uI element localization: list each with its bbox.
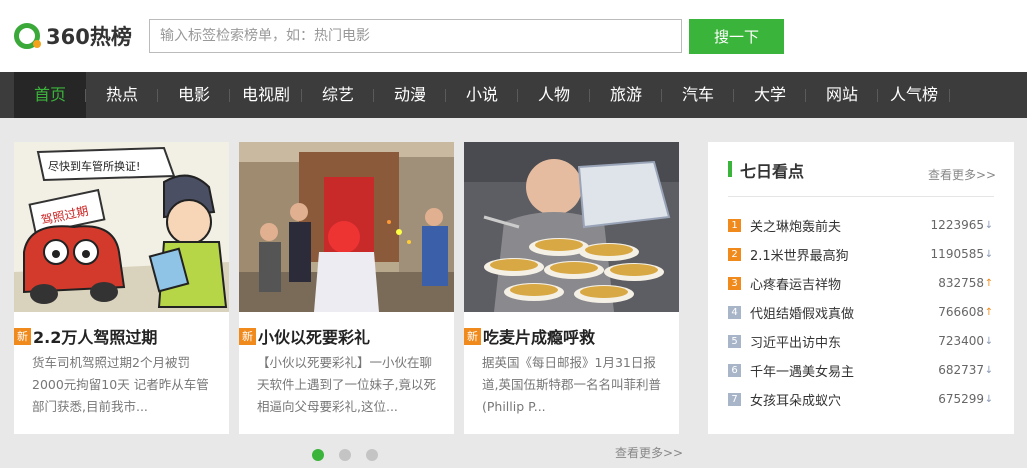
- panel-title-bar: [728, 161, 732, 177]
- rank-item[interactable]: 5 习近平出访中东 723400 ↓: [728, 331, 994, 351]
- rank-name[interactable]: 代姐结婚假戏真做: [750, 303, 938, 322]
- panel-title: 七日看点: [740, 162, 805, 181]
- rank-item[interactable]: 3 心疼春运吉祥物 832758 ↑: [728, 273, 994, 293]
- trend-down-icon: ↓: [984, 364, 994, 376]
- trend-down-icon: ↓: [984, 335, 994, 347]
- nav-item-anime[interactable]: 动漫: [374, 72, 446, 118]
- nav-item-hot[interactable]: 热点: [86, 72, 158, 118]
- rank-number: 6: [728, 363, 741, 377]
- rank-value: 1190585: [930, 247, 984, 261]
- rank-number: 5: [728, 334, 741, 348]
- nav-item-website[interactable]: 网站: [806, 72, 878, 118]
- rank-name[interactable]: 习近平出访中东: [750, 332, 938, 351]
- carousel-dots: [312, 449, 393, 461]
- nav-item-people[interactable]: 人物: [518, 72, 590, 118]
- nav-item-tv[interactable]: 电视剧: [230, 72, 302, 118]
- news-card-title-text[interactable]: 小伙以死要彩礼: [258, 324, 370, 348]
- new-badge: 新: [464, 327, 481, 345]
- nav-item-novel[interactable]: 小说: [446, 72, 518, 118]
- rank-number: 7: [728, 392, 741, 406]
- news-card-title-text[interactable]: 吃麦片成瘾呼救: [483, 324, 595, 348]
- carousel-dot-2[interactable]: [339, 449, 351, 461]
- rank-number: 2: [728, 247, 741, 261]
- rank-item[interactable]: 6 千年一遇美女易主 682737 ↓: [728, 360, 994, 380]
- rank-item[interactable]: 1 关之琳炮轰前夫 1223965 ↓: [728, 215, 994, 235]
- rank-value: 832758: [938, 276, 984, 290]
- logo[interactable]: 360热榜: [14, 20, 132, 52]
- rank-number: 1: [728, 218, 741, 232]
- rank-item[interactable]: 2 2.1米世界最高狗 1190585 ↓: [728, 244, 994, 264]
- nav-item-travel[interactable]: 旅游: [590, 72, 662, 118]
- new-badge: 新: [14, 327, 31, 345]
- trend-up-icon: ↑: [984, 277, 994, 289]
- rank-name[interactable]: 女孩耳朵成蚁穴: [750, 390, 938, 409]
- rank-value: 766608: [938, 305, 984, 319]
- rank-number: 4: [728, 305, 741, 319]
- rank-value: 1223965: [930, 218, 984, 232]
- carousel-dot-3[interactable]: [366, 449, 378, 461]
- rank-item[interactable]: 7 女孩耳朵成蚁穴 675299 ↓: [728, 389, 994, 409]
- trend-down-icon: ↓: [984, 248, 994, 260]
- panel-divider: [728, 196, 994, 197]
- news-card[interactable]: 新 小伙以死要彩礼 【小伙以死要彩礼】一小伙在聊天软件上遇到了一位妹子,竟以死相…: [239, 142, 454, 434]
- nav-item-university[interactable]: 大学: [734, 72, 806, 118]
- main-nav: 首页 热点 电影 电视剧 综艺 动漫 小说 人物 旅游 汽车 大学 网站 人气榜: [0, 72, 1027, 118]
- trend-down-icon: ↓: [984, 393, 994, 405]
- news-card-image[interactable]: 驾照过期 尽快到车管所换证!: [14, 142, 229, 312]
- news-card-image[interactable]: [239, 142, 454, 312]
- news-card-title[interactable]: 新 吃麦片成瘾呼救: [464, 324, 679, 348]
- nav-item-car[interactable]: 汽车: [662, 72, 734, 118]
- panel-more-link[interactable]: 查看更多>>: [928, 166, 996, 183]
- rank-name[interactable]: 2.1米世界最高狗: [750, 245, 931, 264]
- rank-item[interactable]: 4 代姐结婚假戏真做 766608 ↑: [728, 302, 994, 322]
- news-card-desc: 货车司机驾照过期2个月被罚2000元拘留10天 记者昨从车管部门获悉,目前我市.…: [32, 355, 209, 414]
- nav-item-home[interactable]: 首页: [14, 72, 86, 118]
- trend-down-icon: ↓: [984, 219, 994, 231]
- rank-value: 682737: [938, 363, 984, 377]
- carousel-more-link[interactable]: 查看更多>>: [615, 444, 683, 461]
- news-card[interactable]: 新 吃麦片成瘾呼救 据英国《每日邮报》1月31日报道,英国伍斯特郡一名名叫菲利普…: [464, 142, 679, 434]
- news-card-image[interactable]: [464, 142, 679, 312]
- trend-up-icon: ↑: [984, 306, 994, 318]
- seven-day-panel: 七日看点 查看更多>> 1 关之琳炮轰前夫 1223965 ↓ 2 2.1米世界…: [708, 142, 1014, 434]
- rank-name[interactable]: 关之琳炮轰前夫: [750, 216, 931, 235]
- header: 360热榜 搜一下: [0, 0, 1027, 72]
- news-card[interactable]: 驾照过期 尽快到车管所换证! 新 2.2万人驾照过期 货车司机驾照过期2个月被罚…: [14, 142, 229, 434]
- news-card-title[interactable]: 新 2.2万人驾照过期: [14, 324, 229, 348]
- news-card-desc: 【小伙以死要彩礼】一小伙在聊天软件上遇到了一位妹子,竟以死相逼向父母要彩礼,这位…: [257, 355, 436, 414]
- carousel-dot-1[interactable]: [312, 449, 324, 461]
- logo-text: 360热榜: [46, 25, 132, 49]
- logo-ring-icon: [14, 23, 41, 49]
- nav-item-movie[interactable]: 电影: [158, 72, 230, 118]
- news-card-title[interactable]: 新 小伙以死要彩礼: [239, 324, 454, 348]
- search-input[interactable]: [149, 19, 682, 53]
- rank-value: 723400: [938, 334, 984, 348]
- rank-value: 675299: [938, 392, 984, 406]
- nav-item-variety[interactable]: 综艺: [302, 72, 374, 118]
- rank-name[interactable]: 千年一遇美女易主: [750, 361, 938, 380]
- image-speech-text: 尽快到车管所换证!: [48, 159, 140, 173]
- rank-number: 3: [728, 276, 741, 290]
- search-button[interactable]: 搜一下: [689, 19, 784, 54]
- news-card-desc: 据英国《每日邮报》1月31日报道,英国伍斯特郡一名名叫菲利普(Phillip P…: [482, 355, 661, 414]
- nav-item-popularity[interactable]: 人气榜: [878, 72, 950, 118]
- news-card-title-text[interactable]: 2.2万人驾照过期: [33, 324, 157, 348]
- new-badge: 新: [239, 327, 256, 345]
- rank-name[interactable]: 心疼春运吉祥物: [750, 274, 938, 293]
